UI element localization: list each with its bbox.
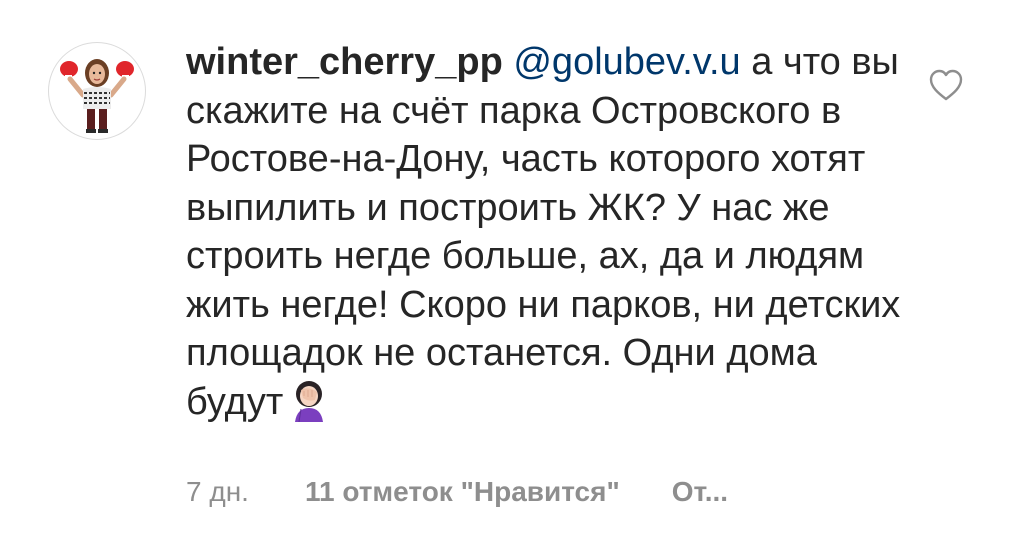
comment-username[interactable]: winter_cherry_pp	[186, 41, 503, 83]
bitmoji-avatar-icon	[60, 59, 134, 133]
comment-mention[interactable]: @golubev.v.u	[513, 41, 740, 83]
comment-message: а что вы скажите на счёт парка Островско…	[186, 41, 901, 423]
heart-outline-icon[interactable]	[928, 68, 964, 102]
reply-button[interactable]: От...	[672, 476, 728, 507]
comment-meta: 7 дн. 11 отметок "Нравится" От...	[186, 476, 728, 508]
comment-timestamp: 7 дн.	[186, 476, 249, 507]
face-palm-woman-emoji	[295, 380, 324, 422]
avatar[interactable]	[48, 42, 146, 140]
comment-body: winter_cherry_pp @golubev.v.u а что вы с…	[186, 38, 906, 426]
comment: winter_cherry_pp @golubev.v.u а что вы с…	[0, 0, 1024, 549]
comment-likes-link[interactable]: 11 отметок "Нравится"	[305, 476, 620, 507]
comment-text: winter_cherry_pp @golubev.v.u а что вы с…	[186, 38, 906, 426]
